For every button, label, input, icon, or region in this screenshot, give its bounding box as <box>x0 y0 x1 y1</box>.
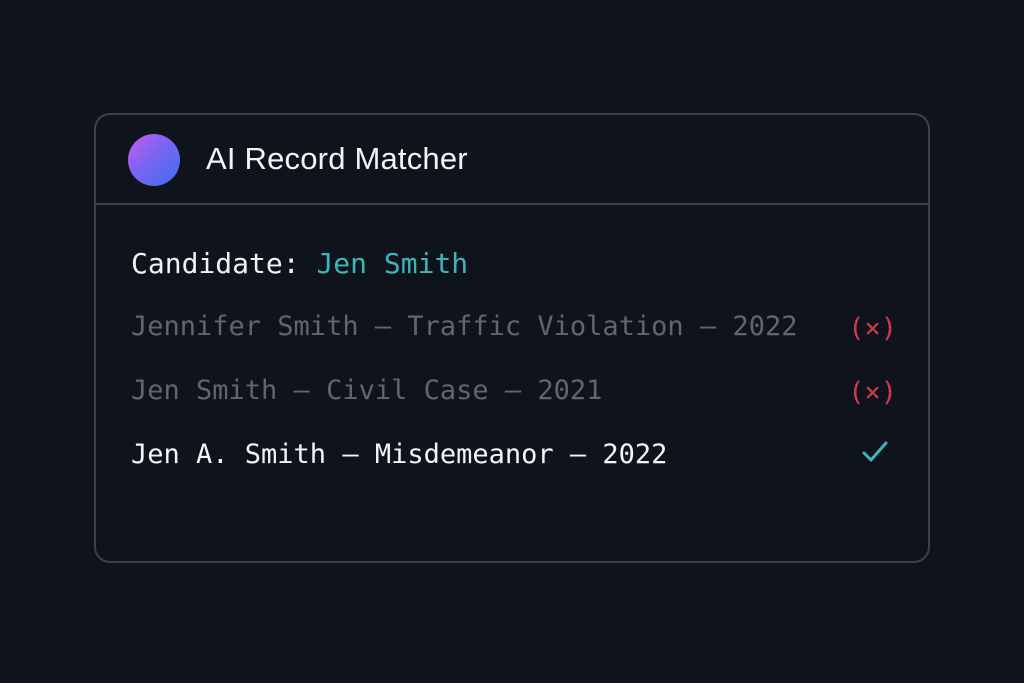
card-header: AI Record Matcher <box>96 115 928 205</box>
gradient-orb-icon <box>128 134 180 186</box>
app-title: AI Record Matcher <box>206 141 468 176</box>
check-icon <box>861 438 889 473</box>
reject-x-icon: (×) <box>848 377 897 408</box>
candidate-label: Candidate: <box>131 247 300 280</box>
candidate-name: Jen Smith <box>316 247 469 280</box>
record-text: Jen A. Smith – Misdemeanor – 2022 <box>131 439 668 470</box>
record-row[interactable]: Jennifer Smith – Traffic Violation – 202… <box>131 311 897 351</box>
reject-x-icon: (×) <box>848 313 897 344</box>
record-matcher-card: AI Record Matcher Candidate: Jen Smith J… <box>94 113 930 563</box>
record-row[interactable]: Jen Smith – Civil Case – 2021 (×) <box>131 375 897 415</box>
record-row-match[interactable]: Jen A. Smith – Misdemeanor – 2022 <box>131 439 897 479</box>
record-text: Jen Smith – Civil Case – 2021 <box>131 375 603 406</box>
candidate-line: Candidate: Jen Smith <box>131 247 468 280</box>
record-text: Jennifer Smith – Traffic Violation – 202… <box>131 311 798 342</box>
check-icon-svg <box>862 441 888 462</box>
